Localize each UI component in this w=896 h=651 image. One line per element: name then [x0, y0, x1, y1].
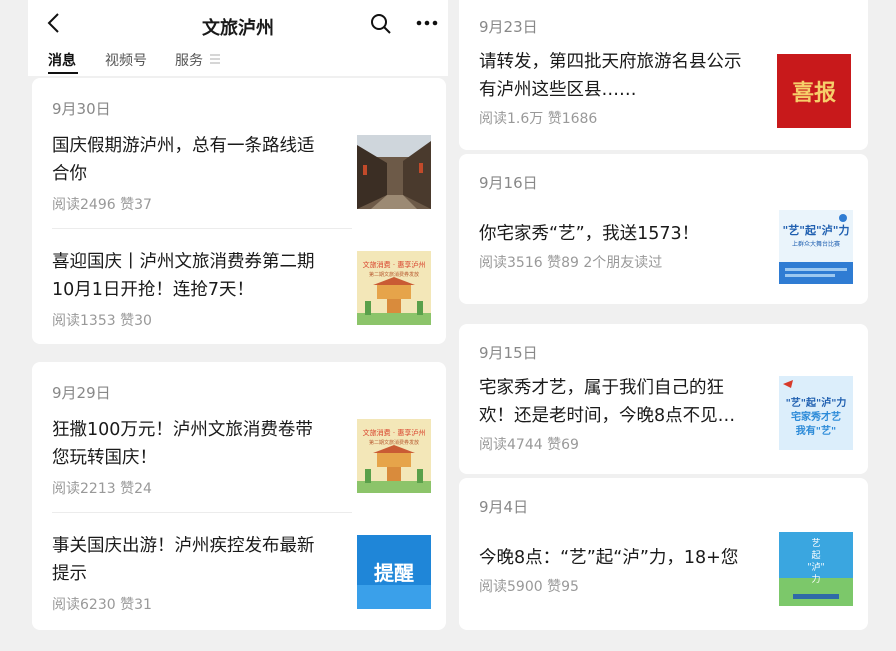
tab-services[interactable]: 服务: [175, 50, 203, 70]
message-card-sep23: 9月23日 请转发，第四批天府旅游名县公示 有泸州这些区县…… 阅读1.6万 赞…: [459, 0, 868, 150]
svg-text:喜报: 喜报: [792, 80, 836, 106]
tab-channels[interactable]: 视频号: [105, 50, 147, 70]
article-stats: 阅读6230 赞31: [52, 597, 152, 613]
svg-text:"泸": "泸": [807, 562, 824, 573]
svg-text:宅家秀才艺: 宅家秀才艺: [791, 410, 841, 423]
article-item[interactable]: 宅家秀才艺，属于我们自己的狂 欢！还是老时间，今晚8点不见… 阅读4744 赞6…: [479, 374, 859, 490]
article-thumbnail-art: "艺"起"泸"力 上群众大舞台比赛: [779, 210, 853, 284]
left-panel: 文旅泸州 消息 视频号 服务 9月30日 国庆假期游泸州，总有一条路线适 合你: [28, 0, 448, 651]
article-title: 狂撒100万元！泸州文旅消费卷带 您玩转国庆！: [52, 420, 313, 468]
svg-text:艺: 艺: [811, 538, 820, 549]
article-thumbnail-poster: 艺 起 "泸" 力: [779, 532, 853, 606]
article-title: 宅家秀才艺，属于我们自己的狂 欢！还是老时间，今晚8点不见…: [479, 378, 736, 426]
tab-bar: 消息 视频号 服务: [28, 48, 448, 76]
article-stats: 阅读5900 赞95: [479, 579, 579, 595]
article-thumbnail-good-news: 喜报: [777, 54, 851, 128]
article-item[interactable]: 事关国庆出游！泸州疾控发布最新 提示 阅读6230 赞31 提醒: [52, 532, 432, 648]
date-label: 9月4日: [479, 498, 529, 516]
message-card-sep29: 9月29日 狂撒100万元！泸州文旅消费卷带 您玩转国庆！ 阅读2213 赞24…: [32, 362, 446, 630]
article-stats: 阅读4744 赞69: [479, 437, 579, 453]
tab-messages[interactable]: 消息: [48, 50, 76, 70]
svg-text:第二期文旅消费券发放: 第二期文旅消费券发放: [369, 271, 419, 278]
article-stats: 阅读3516 赞89 2个朋友读过: [479, 255, 663, 271]
article-title: 喜迎国庆丨泸州文旅消费券第二期 10月1日开抢！连抢7天！: [52, 252, 315, 300]
message-card-sep15: 9月15日 宅家秀才艺，属于我们自己的狂 欢！还是老时间，今晚8点不见… 阅读4…: [459, 324, 868, 474]
svg-text:上群众大舞台比赛: 上群众大舞台比赛: [792, 240, 840, 248]
svg-text:"艺"起"泸"力: "艺"起"泸"力: [786, 396, 847, 409]
article-stats: 阅读1353 赞30: [52, 313, 152, 329]
svg-text:"艺"起"泸"力: "艺"起"泸"力: [783, 223, 850, 237]
article-title: 你宅家秀“艺”，我送1573！: [479, 224, 700, 244]
article-thumbnail-street: [357, 135, 431, 209]
svg-text:文旅消费 · 惠享泸州: 文旅消费 · 惠享泸州: [363, 428, 426, 437]
svg-text:力: 力: [811, 573, 820, 585]
svg-text:提醒: 提醒: [374, 561, 414, 585]
article-thumbnail-reminder: 提醒: [357, 535, 431, 609]
date-label: 9月30日: [52, 100, 111, 118]
divider: [52, 228, 352, 229]
more-options-icon[interactable]: [414, 10, 440, 36]
article-item[interactable]: 喜迎国庆丨泸州文旅消费券第二期 10月1日开抢！连抢7天！ 阅读1353 赞30…: [52, 248, 432, 364]
right-panel: 9月23日 请转发，第四批天府旅游名县公示 有泸州这些区县…… 阅读1.6万 赞…: [459, 0, 868, 651]
divider: [52, 512, 352, 513]
article-item[interactable]: 狂撒100万元！泸州文旅消费卷带 您玩转国庆！ 阅读2213 赞24 文旅消费 …: [52, 416, 432, 532]
menu-icon[interactable]: [209, 52, 221, 66]
article-stats: 阅读2496 赞37: [52, 197, 152, 213]
svg-text:第二期文旅消费券发放: 第二期文旅消费券发放: [369, 439, 419, 446]
article-item[interactable]: 你宅家秀“艺”，我送1573！ 阅读3516 赞89 2个朋友读过 "艺"起"泸…: [479, 210, 859, 336]
article-stats: 阅读1.6万 赞1686: [479, 111, 598, 127]
active-tab-indicator: [48, 72, 78, 74]
message-card-sep30: 9月30日 国庆假期游泸州，总有一条路线适 合你 阅读2496 赞37 喜迎国庆…: [32, 78, 446, 344]
article-thumbnail-festival: 文旅消费 · 惠享泸州 第二期文旅消费券发放: [357, 419, 431, 493]
date-label: 9月23日: [479, 18, 538, 36]
app-header: 文旅泸州: [28, 0, 448, 48]
article-stats: 阅读2213 赞24: [52, 481, 152, 497]
message-card-sep16: 9月16日 你宅家秀“艺”，我送1573！ 阅读3516 赞89 2个朋友读过 …: [459, 154, 868, 304]
date-label: 9月16日: [479, 174, 538, 192]
article-item[interactable]: 今晚8点：“艺”起“泸”力，18+您 阅读5900 赞95 艺 起 "泸" 力: [479, 532, 859, 651]
message-card-sep4: 9月4日 今晚8点：“艺”起“泸”力，18+您 阅读5900 赞95 艺 起 "…: [459, 478, 868, 630]
svg-text:我有"艺": 我有"艺": [796, 424, 836, 437]
article-title: 事关国庆出游！泸州疾控发布最新 提示: [52, 536, 315, 584]
date-label: 9月15日: [479, 344, 538, 362]
article-item[interactable]: 请转发，第四批天府旅游名县公示 有泸州这些区县…… 阅读1.6万 赞1686 喜…: [479, 48, 859, 164]
article-item[interactable]: 国庆假期游泸州，总有一条路线适 合你 阅读2496 赞37: [52, 132, 432, 248]
article-title: 国庆假期游泸州，总有一条路线适 合你: [52, 136, 315, 184]
article-thumbnail-talent-show: "艺"起"泸"力 宅家秀才艺 我有"艺": [779, 376, 853, 450]
article-title: 今晚8点：“艺”起“泸”力，18+您: [479, 548, 739, 568]
svg-text:起: 起: [811, 550, 820, 561]
date-label: 9月29日: [52, 384, 111, 402]
article-title: 请转发，第四批天府旅游名县公示 有泸州这些区县……: [479, 52, 742, 100]
svg-text:文旅消费 · 惠享泸州: 文旅消费 · 惠享泸州: [363, 260, 426, 269]
search-icon[interactable]: [369, 12, 393, 36]
article-thumbnail-festival: 文旅消费 · 惠享泸州 第二期文旅消费券发放: [357, 251, 431, 325]
